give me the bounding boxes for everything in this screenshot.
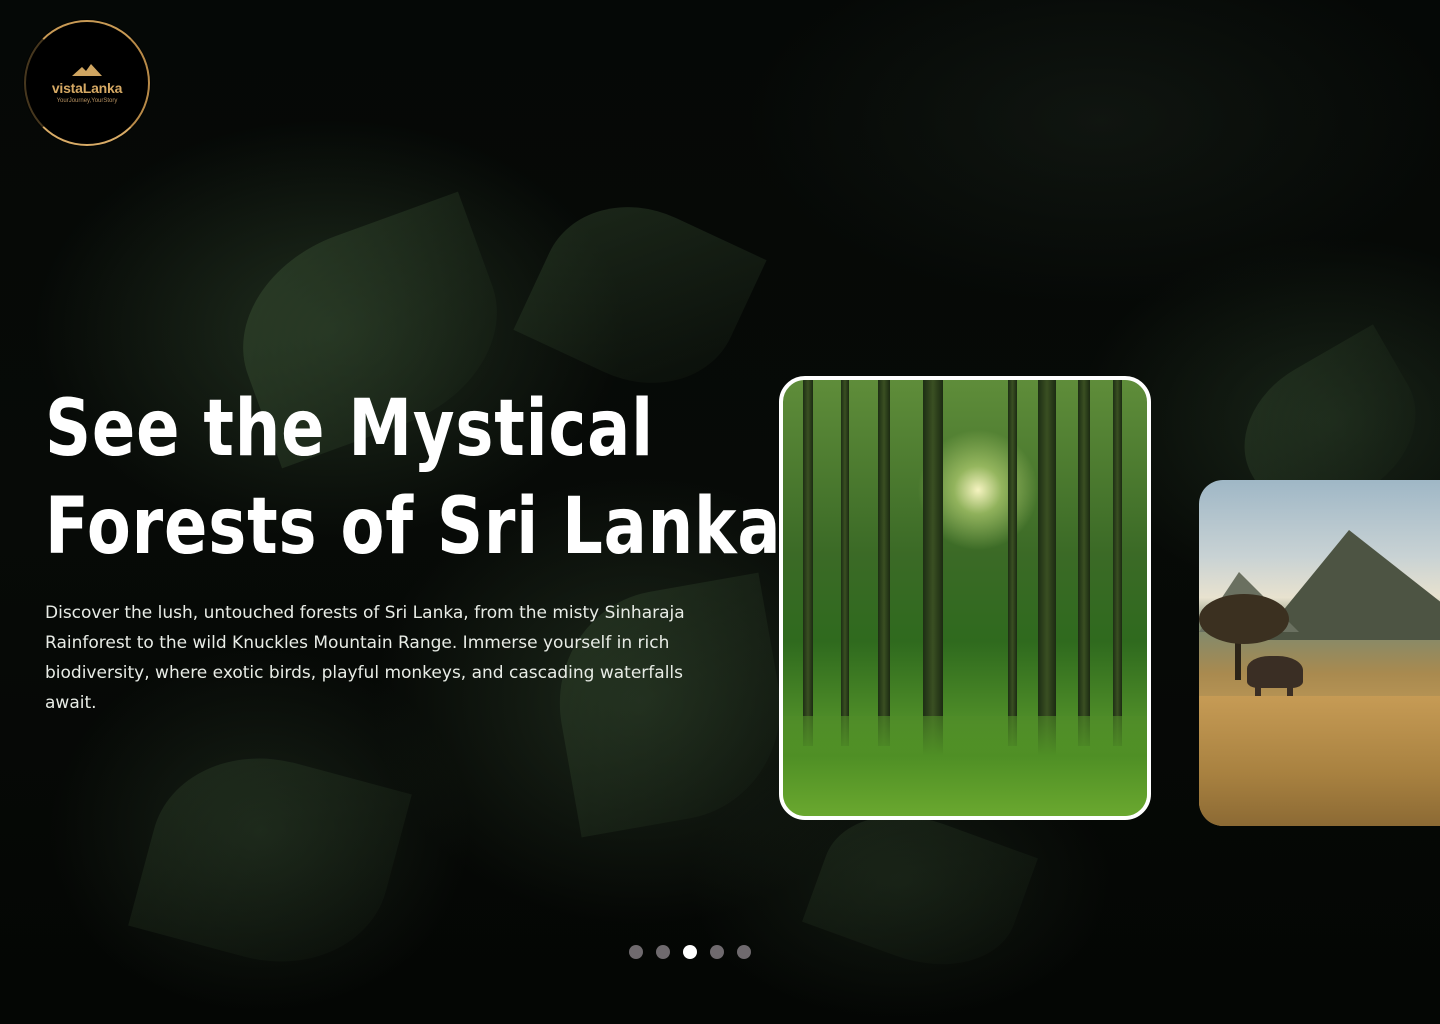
brand-tagline: YourJourney,YourStory [56,98,118,104]
forest-trunk [841,380,849,746]
forest-trunk [1078,380,1090,746]
carousel-card-savanna[interactable] [1199,480,1440,826]
forest-trunk [1008,380,1017,746]
forest-trunk [878,380,890,746]
savanna-grass [1199,696,1440,826]
background-leaf-decoration [128,732,412,988]
carousel-dot-4[interactable] [710,945,724,959]
savanna-tree-canopy [1199,594,1289,644]
forest-trunk [803,380,813,746]
carousel-dot-3[interactable] [683,945,697,959]
forest-trunk [1113,380,1122,746]
carousel-dot-2[interactable] [656,945,670,959]
hero-title: See the Mystical Forests of Sri Lanka [45,380,781,576]
elephant-leg [1287,680,1293,696]
brand-logo[interactable]: vistaLanka YourJourney,YourStory [24,20,150,146]
elephant-leg [1255,680,1261,696]
hero-section: vistaLanka YourJourney,YourStory See the… [0,0,1440,1024]
mountain-icon [72,64,102,76]
carousel-card-forest[interactable] [779,376,1151,820]
background-leaf-decoration [802,790,1038,990]
forest-trunk [1038,380,1056,756]
forest-trunk [923,380,943,766]
background-leaf-decoration [513,175,767,415]
hero-title-line1: See the Mystical [45,384,654,474]
carousel-dot-5[interactable] [737,945,751,959]
hero-description: Discover the lush, untouched forests of … [45,603,685,713]
brand-name: vistaLanka [51,80,123,96]
forest-ground [783,716,1147,816]
carousel-dot-1[interactable] [629,945,643,959]
hero-title-line2: Forests of Sri Lanka [45,482,782,572]
carousel-pagination [629,945,751,959]
